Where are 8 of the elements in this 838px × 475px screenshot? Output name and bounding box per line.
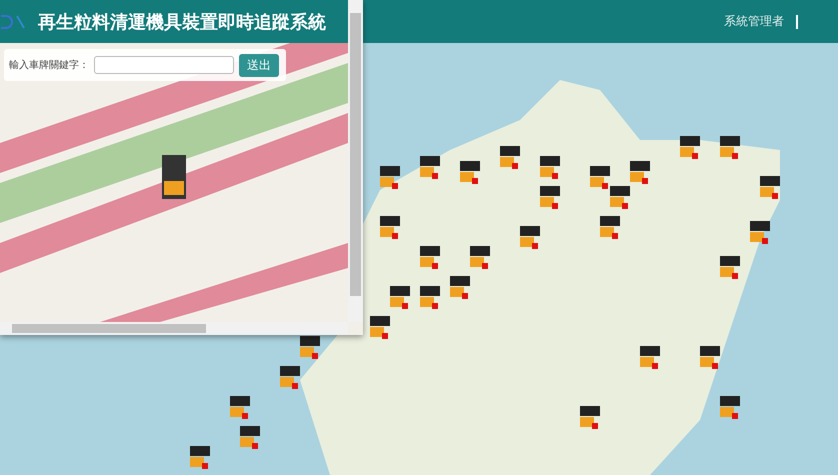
user-name[interactable]: 系統管理者 [724, 13, 784, 30]
submit-button[interactable]: 送出 [239, 54, 279, 76]
app-title: 再生粒料清運機具裝置即時追蹤系統 [38, 10, 326, 34]
horizontal-scrollbar[interactable] [0, 322, 348, 335]
vertical-scrollbar[interactable] [348, 0, 363, 322]
logo-icon [0, 14, 26, 30]
plate-label: 輸入車牌關鍵字： [9, 58, 89, 72]
plate-input-field[interactable] [94, 56, 234, 74]
